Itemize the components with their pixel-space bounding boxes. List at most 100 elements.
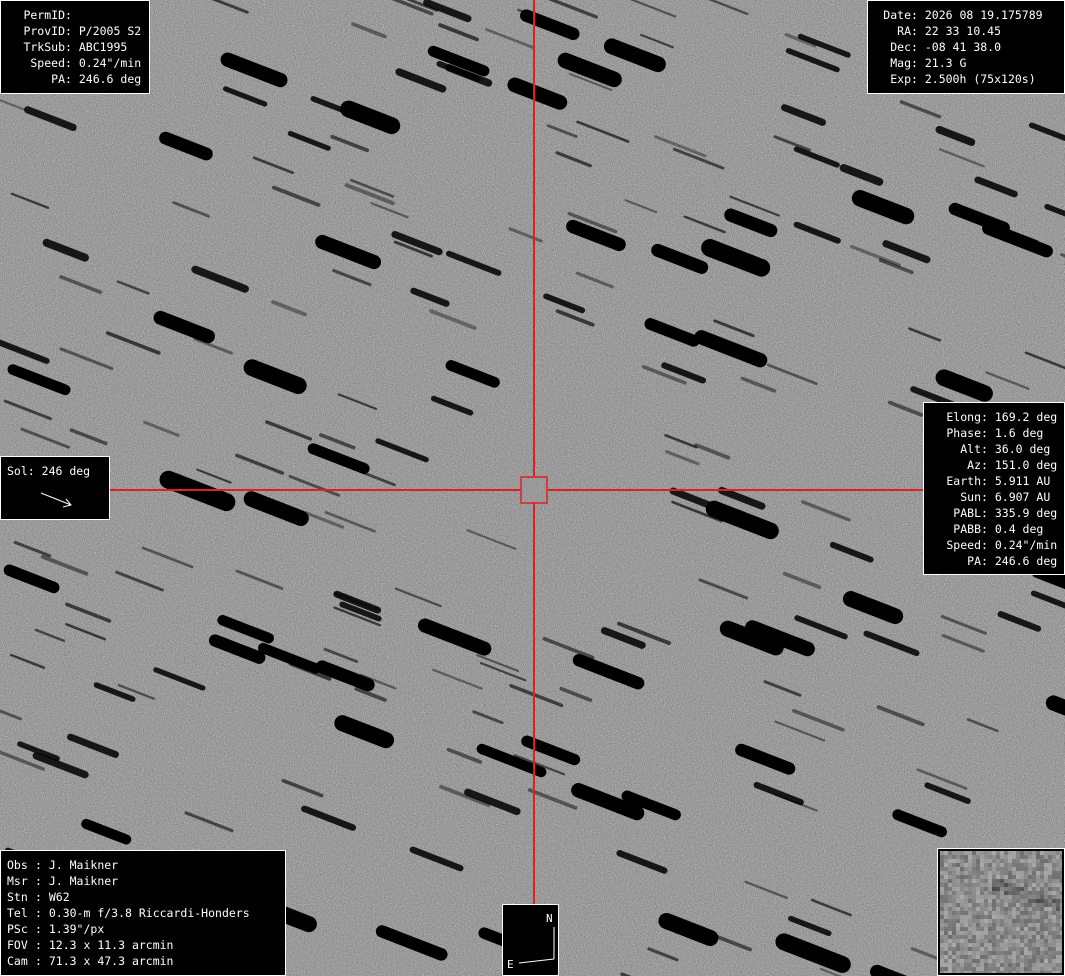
info-separator: : bbox=[911, 40, 925, 54]
info-label: Stn bbox=[7, 890, 28, 904]
info-label: PSc bbox=[7, 922, 28, 936]
info-value: J. Maikner bbox=[48, 858, 119, 872]
info-row: PABL: 335.9 deg bbox=[930, 505, 1058, 521]
info-label: Speed bbox=[30, 56, 65, 70]
info-row: PA: 246.6 deg bbox=[930, 553, 1058, 569]
info-label: PABL bbox=[953, 506, 981, 520]
info-separator: : bbox=[65, 8, 79, 22]
info-separator: : bbox=[981, 522, 995, 536]
info-value: 0.4 deg bbox=[994, 522, 1044, 536]
info-value: 36.0 deg bbox=[994, 442, 1051, 456]
info-value: 1.6 deg bbox=[994, 426, 1044, 440]
info-separator: : bbox=[35, 890, 49, 904]
info-row: Sun: 6.907 AU bbox=[930, 489, 1058, 505]
info-row: Mag: 21.3 G bbox=[874, 55, 1058, 71]
info-row: Dec: -08 41 38.0 bbox=[874, 39, 1058, 55]
target-thumbnail bbox=[937, 848, 1065, 976]
info-separator: : bbox=[981, 426, 995, 440]
info-row: Speed: 0.24"/min bbox=[7, 55, 143, 71]
info-value: 169.2 deg bbox=[994, 410, 1058, 424]
compass-north-label: N bbox=[546, 912, 553, 925]
info-value: 12.3 x 11.3 arcmin bbox=[48, 938, 174, 952]
info-label: Speed bbox=[946, 538, 981, 552]
info-label: Elong bbox=[946, 410, 981, 424]
info-row: ProvID: P/2005 S2 bbox=[7, 23, 143, 39]
observation-info-panel: Date: 2026 08 19.175789 RA: 22 33 10.45 De… bbox=[867, 0, 1065, 94]
info-separator: : bbox=[981, 458, 995, 472]
sol-label: Sol bbox=[7, 464, 28, 478]
info-separator: : bbox=[981, 554, 995, 568]
info-separator: : bbox=[911, 8, 925, 22]
info-row: PABB: 0.4 deg bbox=[930, 521, 1058, 537]
sun-direction-arrow-icon bbox=[40, 492, 72, 508]
sol-value: 246 deg bbox=[41, 464, 91, 478]
info-label: Cam bbox=[7, 954, 28, 968]
info-separator: : bbox=[981, 474, 995, 488]
info-row: Alt: 36.0 deg bbox=[930, 441, 1058, 457]
info-row: Cam: 71.3 x 47.3 arcmin bbox=[7, 953, 279, 969]
info-label: Obs bbox=[7, 858, 28, 872]
compass-rose: N E bbox=[502, 904, 559, 976]
astrometry-frame: PermID: ProvID: P/2005 S2 TrkSub: ABC1995… bbox=[0, 0, 1065, 976]
info-row: Elong: 169.2 deg bbox=[930, 409, 1058, 425]
info-label: PermID bbox=[23, 8, 65, 22]
info-row: PA: 246.6 deg bbox=[7, 71, 143, 87]
info-label: Mag bbox=[890, 56, 911, 70]
info-value: 335.9 deg bbox=[994, 506, 1058, 520]
info-label: Alt bbox=[960, 442, 981, 456]
info-row: Az: 151.0 deg bbox=[930, 457, 1058, 473]
info-value: 22 33 10.45 bbox=[924, 24, 1002, 38]
info-separator: : bbox=[35, 922, 49, 936]
object-info-panel: PermID: ProvID: P/2005 S2 TrkSub: ABC1995… bbox=[0, 0, 150, 94]
star-field-image bbox=[0, 0, 1065, 976]
info-label: Phase bbox=[946, 426, 981, 440]
info-label: Earth bbox=[946, 474, 981, 488]
info-separator: : bbox=[35, 874, 49, 888]
info-value: 21.3 G bbox=[924, 56, 967, 70]
info-value: 5.911 AU bbox=[994, 474, 1051, 488]
info-separator: : bbox=[981, 538, 995, 552]
info-label: Sun bbox=[960, 490, 981, 504]
solar-direction-panel: Sol: 246 deg bbox=[0, 456, 110, 520]
info-value: -08 41 38.0 bbox=[924, 40, 1002, 54]
info-row: PSc: 1.39"/px bbox=[7, 921, 279, 937]
info-label: Msr bbox=[7, 874, 28, 888]
info-separator: : bbox=[35, 906, 49, 920]
info-label: ProvID bbox=[23, 24, 65, 38]
info-row: Date: 2026 08 19.175789 bbox=[874, 7, 1058, 23]
info-separator: : bbox=[35, 954, 49, 968]
info-row: Phase: 1.6 deg bbox=[930, 425, 1058, 441]
info-separator: : bbox=[35, 938, 49, 952]
info-separator: : bbox=[981, 410, 995, 424]
info-row: Speed: 0.24"/min bbox=[930, 537, 1058, 553]
info-label: Exp bbox=[890, 72, 911, 86]
info-value: 246.6 deg bbox=[78, 72, 142, 86]
info-label: PA bbox=[51, 72, 65, 86]
info-separator: : bbox=[911, 56, 925, 70]
info-row: RA: 22 33 10.45 bbox=[874, 23, 1058, 39]
info-value: 151.0 deg bbox=[994, 458, 1058, 472]
info-value: P/2005 S2 bbox=[78, 24, 142, 38]
info-separator: : bbox=[65, 24, 79, 38]
info-row: FOV: 12.3 x 11.3 arcmin bbox=[7, 937, 279, 953]
info-value: ABC1995 bbox=[78, 40, 128, 54]
info-row: Msr: J. Maikner bbox=[7, 873, 279, 889]
thumbnail-image bbox=[940, 851, 1062, 973]
info-value: 6.907 AU bbox=[994, 490, 1051, 504]
info-value: 0.24"/min bbox=[994, 538, 1058, 552]
info-value: 1.39"/px bbox=[48, 922, 105, 936]
info-label: FOV bbox=[7, 938, 28, 952]
info-row: Exp: 2.500h (75x120s) bbox=[874, 71, 1058, 87]
info-label: TrkSub bbox=[23, 40, 65, 54]
info-separator: : bbox=[981, 506, 995, 520]
info-row: TrkSub: ABC1995 bbox=[7, 39, 143, 55]
info-value: 2.500h (75x120s) bbox=[924, 72, 1036, 86]
observer-info-panel: Obs: J. Maikner Msr: J. Maikner Stn: W62 Te… bbox=[0, 850, 286, 976]
geometry-info-panel: Elong: 169.2 deg Phase: 1.6 deg Alt: 36.0 … bbox=[923, 402, 1065, 575]
info-separator: : bbox=[911, 24, 925, 38]
info-row: Obs: J. Maikner bbox=[7, 857, 279, 873]
info-label: PA bbox=[967, 554, 981, 568]
info-value: 2026 08 19.175789 bbox=[924, 8, 1043, 22]
info-row: Earth: 5.911 AU bbox=[930, 473, 1058, 489]
info-value: 246.6 deg bbox=[994, 554, 1058, 568]
